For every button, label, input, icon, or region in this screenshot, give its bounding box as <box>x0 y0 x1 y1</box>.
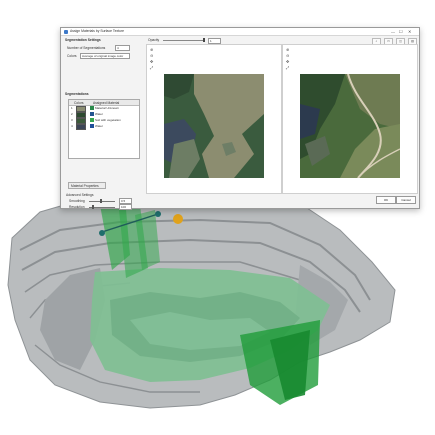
col-header-colors: Colors <box>74 100 84 105</box>
maximize-icon[interactable]: ☐ <box>399 29 403 34</box>
fit-icon[interactable]: ⤢ <box>286 66 289 70</box>
segmentation-table: Colors Assigned Material 1 Material Unkn… <box>68 99 140 159</box>
material-swatch <box>90 106 94 110</box>
orange-marker <box>173 214 183 224</box>
table-row[interactable]: 3 Soil with vegetation <box>69 117 139 124</box>
resolution-input[interactable]: 100 <box>119 204 132 210</box>
resolution-slider-handle[interactable] <box>92 204 94 209</box>
section-title-segmentation: Segmentation Settings <box>65 38 101 42</box>
opacity-label: Opacity <box>148 38 160 42</box>
title-bar: Assign Materials by Surface Texture — ☐ … <box>61 28 419 36</box>
smoothing-label: Smoothing <box>69 199 85 203</box>
col-header-material: Assigned Material <box>93 100 120 105</box>
opacity-input[interactable]: 1 <box>208 37 221 44</box>
colors-select[interactable]: Average of original image color <box>80 53 130 59</box>
segmented-image <box>164 74 264 178</box>
pan-icon[interactable]: ✥ <box>286 60 289 64</box>
segmented-image-viewer[interactable]: ⊕ ⊖ ✥ ⤢ <box>146 44 282 194</box>
ok-button[interactable]: OK <box>376 196 396 204</box>
settings-panel: Segmentation Settings Number of Segmenta… <box>63 37 143 210</box>
segment-color <box>76 123 86 130</box>
num-segments-label: Number of Segmentations <box>67 46 106 50</box>
advanced-settings-title[interactable]: Advanced Settings <box>66 193 94 197</box>
colors-label: Colors <box>67 54 77 58</box>
zoom-out-icon[interactable]: ⊖ <box>286 54 289 58</box>
original-aerial-image <box>300 74 400 178</box>
resolution-label: Resolution <box>69 205 85 209</box>
segmentations-title: Segmentations <box>65 92 89 96</box>
table-row[interactable]: 4 Water <box>69 123 139 130</box>
table-row[interactable]: 1 Material Unknown <box>69 105 139 112</box>
opacity-slider[interactable] <box>163 39 205 41</box>
material-swatch <box>90 112 94 116</box>
material-properties-label: Material Properties <box>71 183 99 188</box>
material-swatch <box>90 124 94 128</box>
zoom-in-icon[interactable]: ⊕ <box>286 48 289 52</box>
pan-icon[interactable]: ✥ <box>150 60 153 64</box>
zoom-out-icon[interactable]: ⊖ <box>150 54 153 58</box>
assign-materials-dialog: Assign Materials by Surface Texture — ☐ … <box>60 27 420 210</box>
smoothing-slider[interactable] <box>89 200 115 202</box>
dialog-title: Assign Materials by Surface Texture <box>70 29 125 34</box>
close-icon[interactable]: ✕ <box>408 29 411 34</box>
material-properties-button[interactable]: Material Properties <box>68 182 106 189</box>
original-image-viewer[interactable]: ⊕ ⊖ ✥ ⤢ <box>282 44 418 194</box>
image-viewers: Opacity 1 ⌕ ▭ ◫ ▥ ⊕ ⊖ ✥ ⤢ ⊕ ⊖ ✥ ⤢ <box>146 37 418 194</box>
app-icon <box>64 29 68 34</box>
opacity-slider-handle[interactable] <box>203 37 205 42</box>
material-swatch <box>90 118 94 122</box>
zoom-in-icon[interactable]: ⊕ <box>150 48 153 52</box>
num-segments-input[interactable]: 4 <box>115 45 130 51</box>
fit-icon[interactable]: ⤢ <box>150 66 153 70</box>
cancel-button[interactable]: Cancel <box>396 196 416 204</box>
smoothing-slider-handle[interactable] <box>100 198 102 203</box>
minimize-icon[interactable]: — <box>391 29 395 34</box>
table-row[interactable]: 2 Water <box>69 111 139 118</box>
